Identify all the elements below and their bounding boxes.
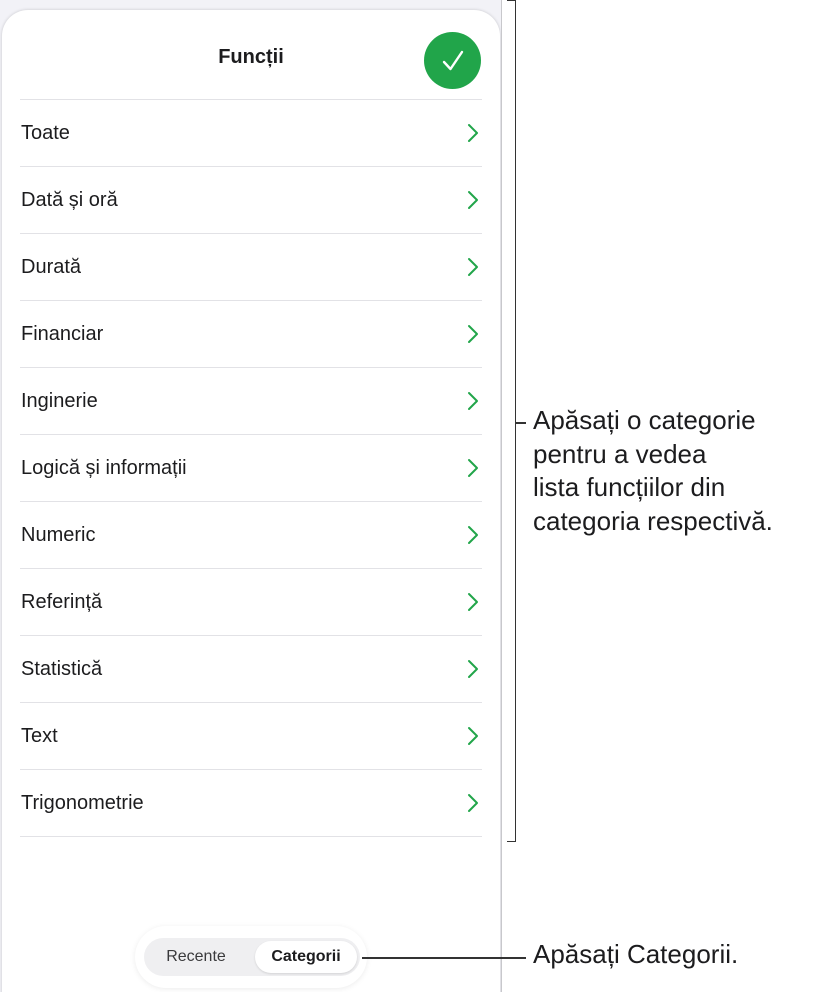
category-label: Text (21, 724, 58, 747)
chevron-right-icon (468, 794, 478, 812)
chevron-right-icon (468, 459, 478, 477)
chevron-right-icon (468, 325, 478, 343)
chevron-right-icon (468, 258, 478, 276)
category-item-durata[interactable]: Durată (20, 233, 482, 300)
category-item-logica[interactable]: Logică și informații (20, 434, 482, 501)
chevron-right-icon (468, 727, 478, 745)
callout-line: pentru a vedea (533, 438, 707, 469)
bracket-leader-line (516, 422, 526, 424)
category-label: Numeric (21, 523, 96, 546)
callout-line: Apăsați o categorie (533, 405, 756, 435)
category-label: Referință (21, 590, 103, 613)
chevron-right-icon (468, 191, 478, 209)
chevron-right-icon (468, 392, 478, 410)
chevron-right-icon (468, 526, 478, 544)
category-label: Inginerie (21, 389, 98, 412)
category-label: Financiar (21, 322, 104, 345)
category-label: Trigonometrie (21, 791, 144, 814)
category-label: Dată și oră (21, 188, 118, 211)
category-label: Toate (21, 121, 70, 144)
category-item-toate[interactable]: Toate (20, 99, 482, 166)
chevron-right-icon (468, 124, 478, 142)
category-item-trigonometrie[interactable]: Trigonometrie (20, 769, 482, 837)
category-item-data-si-ora[interactable]: Dată și oră (20, 166, 482, 233)
segment-recente[interactable]: Recente (148, 941, 244, 973)
category-label: Durată (21, 255, 82, 278)
done-button[interactable] (424, 32, 481, 89)
category-label: Statistică (21, 657, 103, 680)
chevron-right-icon (468, 660, 478, 678)
segment-categorii[interactable]: Categorii (255, 941, 357, 973)
category-item-inginerie[interactable]: Inginerie (20, 367, 482, 434)
callout-line: lista funcțiilor din (533, 472, 726, 502)
category-item-referinta[interactable]: Referință (20, 568, 482, 635)
category-label: Logică și informații (21, 456, 187, 479)
callout-line: categoria respectivă. (533, 505, 773, 536)
ipad-screen: Funcții Toate Dată și oră Durată Financi… (0, 0, 502, 992)
category-item-numeric[interactable]: Numeric (20, 501, 482, 568)
categorii-leader-line (362, 957, 526, 959)
list-bracket (507, 0, 516, 842)
chevron-right-icon (468, 593, 478, 611)
category-item-financiar[interactable]: Financiar (20, 300, 482, 367)
categorii-callout: Apăsați Categorii. (533, 939, 739, 969)
categories-callout: Apăsați o categorie pentru a vedea lista… (533, 404, 823, 538)
checkmark-icon (442, 50, 463, 70)
category-list: Toate Dată și oră Durată Financiar Ingin… (20, 99, 482, 837)
category-item-text[interactable]: Text (20, 702, 482, 769)
category-item-statistica[interactable]: Statistică (20, 635, 482, 702)
